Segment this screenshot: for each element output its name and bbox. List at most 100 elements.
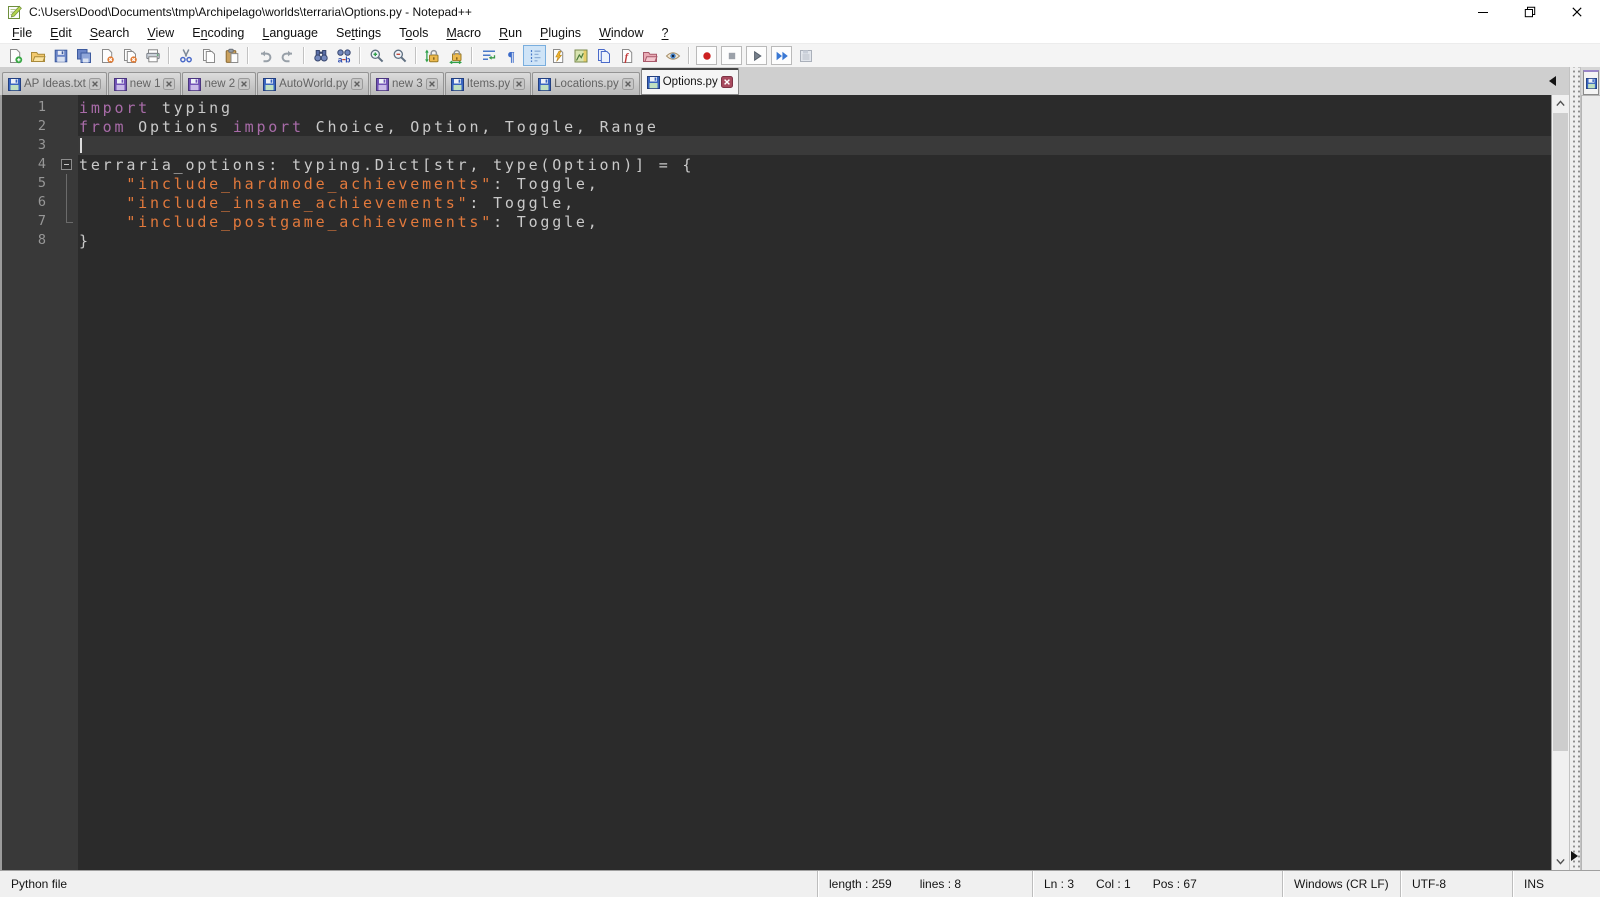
tab-close-icon[interactable] [720, 76, 733, 88]
splitter-right-arrow-icon[interactable] [1571, 851, 1578, 861]
show-all-characters-icon[interactable]: ¶ [500, 45, 523, 66]
scroll-down-icon[interactable] [1552, 853, 1569, 870]
tab-close-icon[interactable] [238, 78, 251, 90]
folder-as-workspace-icon[interactable] [638, 45, 661, 66]
second-view-tabbar [1581, 67, 1600, 95]
fold-marker-collapse-box[interactable] [58, 155, 78, 174]
tab-options-py[interactable]: Options.py [640, 68, 739, 95]
macro-stop-icon[interactable] [721, 46, 742, 65]
tab-label: new 3 [392, 78, 423, 90]
tab-close-icon[interactable] [88, 78, 101, 90]
menu-item-language[interactable]: Language [253, 24, 327, 42]
code-line[interactable]: from Options import Choice, Option, Togg… [78, 117, 1551, 136]
editor-line-3[interactable]: 3 [2, 136, 1551, 155]
menu-item-tools[interactable]: Tools [390, 24, 437, 42]
close-all-icon[interactable] [118, 45, 141, 66]
editor-line-1[interactable]: 1 import typing [2, 98, 1551, 117]
status-length-lines: length : 259 lines : 8 [817, 871, 1032, 897]
monitoring-icon[interactable] [661, 45, 684, 66]
tab-close-icon[interactable] [163, 78, 176, 90]
editor-line-6[interactable]: 6 "include_insane_achievements": Toggle, [2, 193, 1551, 212]
fold-margin [58, 136, 78, 155]
cut-icon[interactable] [174, 45, 197, 66]
print-icon[interactable] [141, 45, 164, 66]
scroll-up-icon[interactable] [1552, 95, 1569, 112]
status-typing-mode[interactable]: INS [1512, 871, 1600, 897]
code-line[interactable]: "include_insane_achievements": Toggle, [78, 193, 1551, 212]
tab-locations-py[interactable]: Locations.py [532, 72, 640, 95]
define-language-icon[interactable] [546, 45, 569, 66]
saved-floppy-icon [263, 77, 277, 91]
view-splitter[interactable] [1569, 67, 1581, 870]
editor-line-8[interactable]: 8} [2, 231, 1551, 250]
undo-icon[interactable] [253, 45, 276, 66]
tab-close-icon[interactable] [425, 78, 438, 90]
second-view-scrollbar[interactable] [1581, 95, 1600, 870]
macro-save-icon[interactable] [794, 45, 817, 66]
status-lines: lines : 8 [919, 877, 962, 891]
tab-scroll-left-icon[interactable] [1549, 76, 1556, 86]
menu-item-settings[interactable]: Settings [327, 24, 390, 42]
paste-icon[interactable] [220, 45, 243, 66]
sync-vertical-scroll-icon[interactable] [421, 45, 444, 66]
restore-button[interactable] [1506, 0, 1553, 23]
code-line[interactable]: } [78, 231, 1551, 250]
menu-item-window[interactable]: Window [590, 24, 652, 42]
editor-line-4[interactable]: 4 terraria_options: typing.Dict[str, type… [2, 155, 1551, 174]
show-indent-guide-icon[interactable] [523, 45, 546, 66]
menu-item-plugins[interactable]: Plugins [531, 24, 590, 42]
menu-item-help[interactable]: ? [653, 24, 678, 42]
code-area[interactable]: 1 import typing 2 from Options import Choic… [2, 95, 1551, 870]
zoom-out-icon[interactable] [388, 45, 411, 66]
code-line[interactable]: "include_hardmode_achievements": Toggle, [78, 174, 1551, 193]
new-file-icon[interactable] [3, 45, 26, 66]
editor-line-5[interactable]: 5 "include_hardmode_achievements": Toggl… [2, 174, 1551, 193]
tab-new-2[interactable]: new 2 [182, 72, 257, 95]
scrollbar-thumb[interactable] [1553, 113, 1568, 751]
editor-line-2[interactable]: 2 from Options import Choice, Option, Tog… [2, 117, 1551, 136]
macro-playback-icon[interactable] [746, 46, 767, 65]
code-line[interactable]: terraria_options: typing.Dict[str, type(… [78, 155, 1551, 174]
copy-icon[interactable] [197, 45, 220, 66]
close-button[interactable] [1553, 0, 1600, 23]
close-icon[interactable] [95, 45, 118, 66]
sync-horizontal-scroll-icon[interactable] [444, 45, 467, 66]
code-line[interactable]: import typing [78, 98, 1551, 117]
open-icon[interactable] [26, 45, 49, 66]
tab-new-1[interactable]: new 1 [107, 72, 182, 95]
function-list-icon[interactable]: f [615, 45, 638, 66]
replace-icon[interactable]: ab [332, 45, 355, 66]
menu-item-search[interactable]: Search [81, 24, 139, 42]
save-icon[interactable] [49, 45, 72, 66]
tab-new-3[interactable]: new 3 [370, 72, 444, 95]
menu-item-encoding[interactable]: Encoding [183, 24, 253, 42]
word-wrap-icon[interactable] [477, 45, 500, 66]
editor[interactable]: 1 import typing 2 from Options import Choic… [0, 95, 1569, 870]
document-map-icon[interactable] [569, 45, 592, 66]
code-line[interactable] [78, 136, 1551, 155]
macro-run-multiple-icon[interactable] [771, 46, 792, 65]
tab-close-icon[interactable] [513, 78, 526, 90]
redo-icon[interactable] [276, 45, 299, 66]
macro-record-icon[interactable] [696, 46, 717, 65]
tab-autoworld-py[interactable]: AutoWorld.py [257, 72, 369, 95]
save-all-icon[interactable] [72, 45, 95, 66]
menu-item-view[interactable]: View [138, 24, 183, 42]
menu-item-file[interactable]: File [3, 24, 41, 42]
code-line[interactable]: "include_postgame_achievements": Toggle, [78, 212, 1551, 231]
menu-item-macro[interactable]: Macro [437, 24, 490, 42]
editor-line-7[interactable]: 7 "include_postgame_achievements": Toggl… [2, 212, 1551, 231]
document-list-icon[interactable] [592, 45, 615, 66]
minimize-button[interactable] [1459, 0, 1506, 23]
zoom-in-icon[interactable] [365, 45, 388, 66]
tab-items-py[interactable]: Items.py [444, 72, 532, 95]
tab-ap-ideas-txt[interactable]: AP Ideas.txt [2, 72, 107, 95]
tab-close-icon[interactable] [621, 78, 634, 90]
find-icon[interactable] [309, 45, 332, 66]
menu-item-run[interactable]: Run [490, 24, 531, 42]
tab-close-icon[interactable] [351, 78, 363, 90]
second-view-tab[interactable] [1583, 70, 1599, 95]
title-bar[interactable]: C:\Users\Dood\Documents\tmp\Archipelago\… [0, 0, 1600, 23]
menu-item-edit[interactable]: Edit [41, 24, 81, 42]
vertical-scrollbar[interactable] [1551, 95, 1569, 870]
